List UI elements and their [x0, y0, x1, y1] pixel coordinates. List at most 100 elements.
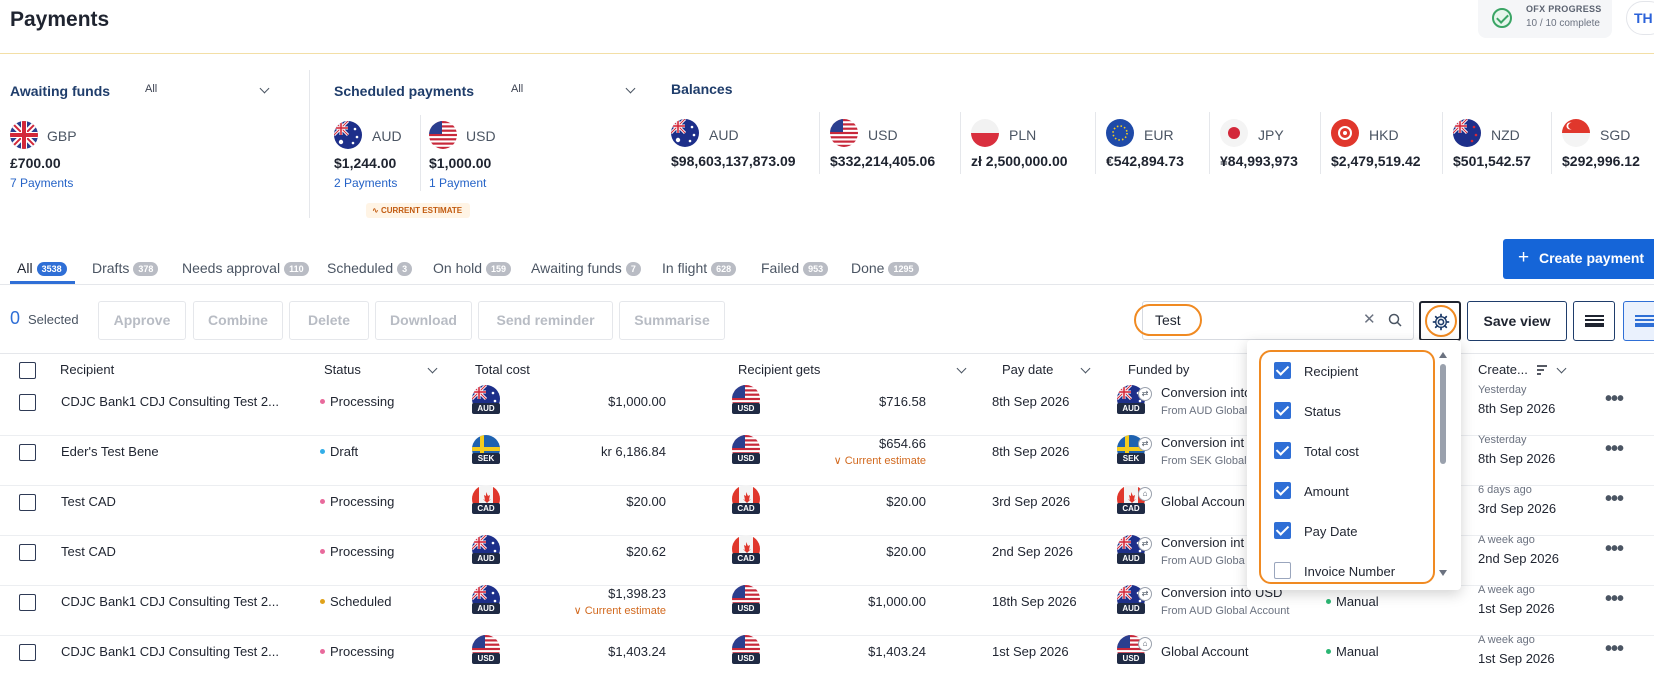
page-title: Payments: [10, 8, 110, 31]
funded-by-label: Global Account: [1161, 644, 1249, 659]
summarise-button[interactable]: Summarise: [619, 301, 725, 340]
row-checkbox[interactable]: [19, 394, 36, 411]
currency-cad-icon: CAD: [732, 535, 760, 564]
close-icon[interactable]: ✕: [1363, 310, 1376, 328]
created-date: 2nd Sep 2026: [1478, 551, 1559, 566]
scroll-thumb[interactable]: [1440, 364, 1446, 464]
balances-label: Balances: [671, 81, 733, 97]
send-reminder-button[interactable]: Send reminder: [478, 301, 613, 340]
funding-method: Manual: [1326, 594, 1379, 609]
tab-count-badge: 953: [803, 262, 829, 276]
chevron-down-icon[interactable]: [1080, 363, 1091, 374]
chevron-down-icon[interactable]: [427, 363, 438, 374]
chevron-down-icon[interactable]: [625, 83, 636, 94]
recipient-name[interactable]: CDJC Bank1 CDJ Consulting Test 2...: [61, 644, 279, 659]
flag-nzd-icon: [1453, 119, 1481, 147]
tab-done[interactable]: Done 1295: [851, 260, 919, 276]
total-cost-amount: kr 6,186.84: [600, 444, 666, 459]
ofx-progress-card[interactable]: OFX PROGRESS 10 / 10 complete: [1478, 0, 1612, 38]
status-label: Processing: [320, 494, 394, 509]
scheduled-payments-link[interactable]: 2 Payments: [334, 176, 397, 190]
chevron-down-icon[interactable]: [956, 363, 967, 374]
more-options-icon[interactable]: •••: [1605, 538, 1624, 561]
more-options-icon[interactable]: •••: [1605, 488, 1624, 511]
awaiting-payments-link[interactable]: 7 Payments: [10, 176, 73, 190]
column-header-created[interactable]: Create...: [1478, 362, 1528, 377]
funded-by-label: Conversion int: [1161, 435, 1245, 450]
list-view-button[interactable]: [1573, 301, 1615, 341]
tab-count-badge: 159: [486, 262, 512, 276]
more-options-icon[interactable]: •••: [1605, 638, 1624, 661]
bank-icon: ⌂: [1138, 637, 1152, 651]
column-header-status[interactable]: Status: [324, 362, 361, 377]
tab-scheduled[interactable]: Scheduled 3: [327, 260, 413, 276]
currency-aud-icon: AUD ⇄: [1117, 585, 1152, 614]
scheduled-payments-link[interactable]: 1 Payment: [429, 176, 486, 190]
row-checkbox[interactable]: [19, 444, 36, 461]
chevron-down-icon[interactable]: [259, 83, 270, 94]
column-header-recipient[interactable]: Recipient: [60, 362, 114, 377]
recipient-name[interactable]: CDJC Bank1 CDJ Consulting Test 2...: [61, 594, 279, 609]
column-header-funded-by[interactable]: Funded by: [1128, 362, 1189, 377]
tab-drafts[interactable]: Drafts 378: [92, 260, 159, 276]
avatar[interactable]: TH: [1626, 1, 1654, 35]
more-options-icon[interactable]: •••: [1605, 588, 1624, 611]
row-checkbox[interactable]: [19, 544, 36, 561]
recipient-name[interactable]: Test CAD: [61, 544, 116, 559]
create-payment-button[interactable]: + Create payment: [1503, 239, 1654, 279]
selected-label: Selected: [28, 312, 79, 327]
column-header-pay-date[interactable]: Pay date: [1002, 362, 1053, 377]
plus-icon: +: [1518, 247, 1530, 268]
tab-all[interactable]: All 3538: [17, 260, 67, 276]
funded-by-label: Conversion int: [1161, 535, 1245, 550]
funded-by-source: From AUD Global: [1161, 405, 1248, 417]
recipient-name[interactable]: Eder's Test Bene: [61, 444, 159, 459]
delete-button[interactable]: Delete: [289, 301, 369, 340]
pay-date: 2nd Sep 2026: [992, 544, 1073, 559]
tab-awaiting-funds[interactable]: Awaiting funds 7: [531, 260, 641, 276]
scheduled-payments-filter[interactable]: All: [511, 83, 523, 95]
divider: [1320, 112, 1321, 174]
scroll-up-icon[interactable]: [1439, 352, 1447, 358]
row-checkbox[interactable]: [19, 644, 36, 661]
recipient-name[interactable]: CDJC Bank1 CDJ Consulting Test 2...: [61, 394, 279, 409]
current-estimate-note: ∨ Current estimate: [833, 455, 926, 467]
more-options-icon[interactable]: •••: [1605, 438, 1624, 461]
awaiting-currency: GBP: [47, 128, 77, 144]
flag-usd-icon: [830, 119, 858, 147]
funding-method: Manual: [1326, 644, 1379, 659]
scheduled-currency: USD: [466, 128, 496, 144]
awaiting-funds-filter[interactable]: All: [145, 83, 157, 95]
chevron-down-icon[interactable]: [1556, 363, 1567, 374]
tab-on-hold[interactable]: On hold 159: [433, 260, 512, 276]
select-all-checkbox[interactable]: [19, 362, 36, 379]
combine-button[interactable]: Combine: [193, 301, 283, 340]
awaiting-funds-label: Awaiting funds: [10, 83, 111, 99]
tab-failed[interactable]: Failed 953: [761, 260, 829, 276]
column-header-total-cost[interactable]: Total cost: [475, 362, 530, 377]
created-date: 8th Sep 2026: [1478, 401, 1556, 416]
approve-button[interactable]: Approve: [98, 301, 186, 340]
funded-by-source: From SEK Global: [1161, 455, 1247, 467]
sort-icon[interactable]: [1536, 364, 1548, 376]
tab-in-flight[interactable]: In flight 628: [662, 260, 737, 276]
check-circle-icon: [1492, 8, 1512, 28]
pay-date: 3rd Sep 2026: [992, 494, 1071, 509]
list-icon: [1585, 315, 1604, 327]
selected-count: 0: [10, 308, 21, 328]
column-chooser-scrollbar[interactable]: [1439, 352, 1447, 578]
status-label: Processing: [320, 644, 394, 659]
download-button[interactable]: Download: [375, 301, 472, 340]
tab-needs-approval[interactable]: Needs approval 110: [182, 260, 309, 276]
recipient-name[interactable]: Test CAD: [61, 494, 116, 509]
row-checkbox[interactable]: [19, 494, 36, 511]
save-view-button[interactable]: Save view: [1467, 301, 1567, 341]
current-estimate-note: ∨ Current estimate: [573, 605, 666, 617]
compact-view-button[interactable]: [1623, 301, 1654, 341]
search-icon[interactable]: [1388, 313, 1402, 327]
currency-usd-icon: USD: [732, 435, 760, 464]
row-checkbox[interactable]: [19, 594, 36, 611]
more-options-icon[interactable]: •••: [1605, 388, 1624, 411]
scroll-down-icon[interactable]: [1439, 570, 1447, 576]
column-header-recipient-gets[interactable]: Recipient gets: [738, 362, 820, 377]
